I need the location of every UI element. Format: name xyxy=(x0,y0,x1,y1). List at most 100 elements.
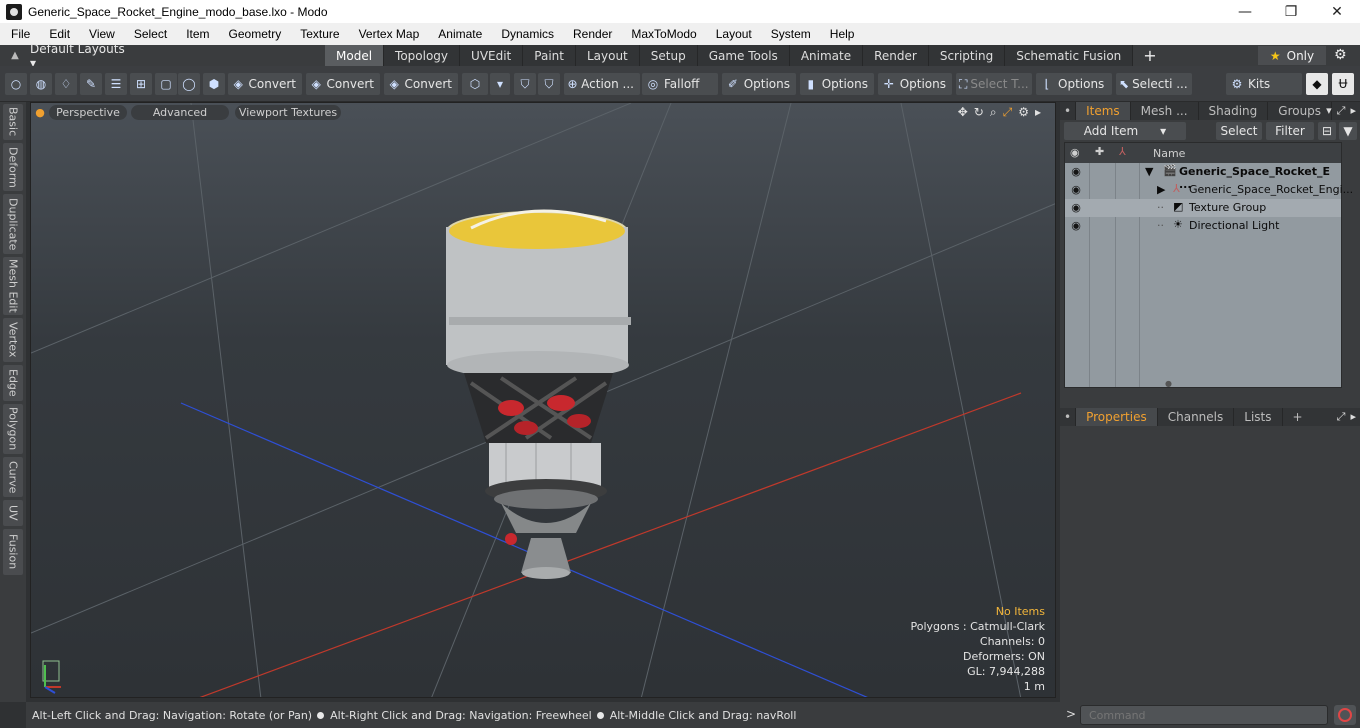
record-macro-icon[interactable] xyxy=(1334,705,1356,725)
tree-row-scene[interactable]: ◉ ▼ 🎬 Generic_Space_Rocket_E ... xyxy=(1065,163,1341,191)
materials-mode-button[interactable]: ◯ xyxy=(178,73,200,95)
vtab-duplicate[interactable]: Duplicate xyxy=(3,194,23,254)
convert-button-3[interactable]: ◈ Convert xyxy=(384,73,458,95)
tab-lists[interactable]: Lists xyxy=(1234,408,1283,426)
vtab-curve[interactable]: Curve xyxy=(3,457,23,497)
globe-mode-button[interactable]: ◍ xyxy=(30,73,52,95)
gear-icon[interactable]: ⚙ xyxy=(1334,47,1347,63)
tab-game-tools[interactable]: Game Tools xyxy=(697,45,790,66)
visibility-column-eye-icon[interactable]: ◉ xyxy=(1070,146,1080,159)
layout-grip-icon[interactable]: ▲ xyxy=(0,45,30,66)
funnel-filter-icon[interactable]: ▼ xyxy=(1339,122,1357,140)
edges-mode-button[interactable]: ☰ xyxy=(105,73,127,95)
minimize-button[interactable]: — xyxy=(1222,0,1268,23)
tab-model[interactable]: Model xyxy=(325,45,385,66)
panel-dropdown-icon[interactable]: ▾ xyxy=(1326,104,1332,118)
menu-edit[interactable]: Edit xyxy=(38,27,78,41)
options-button-1[interactable]: ✐ Options xyxy=(722,73,796,95)
add-panel-tab-button[interactable]: + xyxy=(1283,408,1313,426)
symmetry-dropdown[interactable]: ▾ xyxy=(490,73,510,95)
tab-schematic-fusion[interactable]: Schematic Fusion xyxy=(1005,45,1134,66)
3d-viewport[interactable]: ● Perspective Advanced Viewport Textures… xyxy=(30,102,1056,698)
tab-paint[interactable]: Paint xyxy=(523,45,576,66)
panel-expand-icon[interactable]: ▸ xyxy=(1350,410,1356,424)
zoom-icon[interactable]: ⌕ xyxy=(990,105,997,120)
action-center-button[interactable]: ⊕ Action ... xyxy=(564,73,640,95)
eye-icon[interactable]: ◉ xyxy=(1068,165,1084,179)
rotate-icon[interactable]: ↻ xyxy=(974,105,984,120)
shield-mode-button[interactable]: ⬢ xyxy=(203,73,225,95)
unity-button[interactable]: ◆ xyxy=(1306,73,1328,95)
vtab-mesh-edit[interactable]: Mesh Edit xyxy=(3,257,23,315)
items-mode-button[interactable]: ▢ xyxy=(155,73,177,95)
close-button[interactable]: ✕ xyxy=(1314,0,1360,23)
tab-properties[interactable]: Properties xyxy=(1076,408,1158,426)
vtab-polygon[interactable]: Polygon xyxy=(3,404,23,454)
command-input[interactable] xyxy=(1080,705,1328,725)
viewport-menu-icon[interactable]: ● xyxy=(35,105,45,120)
scroll-indicator-icon[interactable]: ● xyxy=(1165,379,1172,388)
panel-maximize-icon[interactable]: ⤢ xyxy=(1337,410,1346,424)
convert-button-2[interactable]: ◈ Convert xyxy=(306,73,380,95)
menu-select[interactable]: Select xyxy=(123,27,175,41)
menu-file[interactable]: File xyxy=(0,27,38,41)
perspective-dropdown[interactable]: Perspective xyxy=(49,105,127,120)
tab-mesh[interactable]: Mesh ... xyxy=(1131,102,1199,120)
vtab-uv[interactable]: UV xyxy=(3,500,23,526)
polygons-mode-button[interactable]: ⊞ xyxy=(130,73,152,95)
expand-arrow-icon[interactable]: ▶ xyxy=(1157,183,1165,196)
type-column-icon[interactable]: ⅄ xyxy=(1119,145,1126,158)
options-button-2[interactable]: ▮ Options xyxy=(800,73,874,95)
tab-shading[interactable]: Shading xyxy=(1199,102,1269,120)
shading-dropdown[interactable]: Advanced xyxy=(131,105,229,120)
selection-button[interactable]: ⬉ Selecti ... xyxy=(1116,73,1192,95)
menu-render[interactable]: Render xyxy=(562,27,620,41)
pen-tool-button[interactable]: ♢ xyxy=(55,73,77,95)
unreal-button[interactable]: Ʉ xyxy=(1332,73,1354,95)
options-button-4[interactable]: ⌊ Options xyxy=(1036,73,1112,95)
tab-scripting[interactable]: Scripting xyxy=(928,45,1006,66)
falloff-button[interactable]: ◎ Falloff xyxy=(642,73,718,95)
filter-button[interactable]: Filter xyxy=(1266,122,1314,140)
menu-dynamics[interactable]: Dynamics xyxy=(490,27,562,41)
vtab-edge[interactable]: Edge xyxy=(3,365,23,401)
kits-button[interactable]: ⚙ Kits xyxy=(1226,73,1302,95)
snap-button[interactable]: ⛉ xyxy=(514,73,536,95)
tree-row-mesh[interactable]: ◉ ▶ ⅄ Generic_Space_Rocket_Engi... xyxy=(1065,181,1353,199)
tab-items[interactable]: Items xyxy=(1076,102,1131,120)
only-toggle[interactable]: ★ Only xyxy=(1258,46,1326,65)
viewport-textures-dropdown[interactable]: Viewport Textures xyxy=(235,105,341,120)
tab-groups[interactable]: Groups xyxy=(1268,102,1333,120)
tab-animate[interactable]: Animate xyxy=(789,45,864,66)
add-item-button[interactable]: Add Item ▾ xyxy=(1064,122,1186,140)
maximize-viewport-icon[interactable]: ⤢ xyxy=(1003,105,1013,120)
options-button-3[interactable]: ✛ Options xyxy=(878,73,952,95)
tree-row-texture-group[interactable]: ◉ ·· ◩ Texture Group xyxy=(1065,199,1341,217)
tab-channels[interactable]: Channels xyxy=(1158,408,1235,426)
workplane-button[interactable]: ⛉ xyxy=(538,73,560,95)
brush-tool-button[interactable]: ✎ xyxy=(80,73,102,95)
vtab-vertex[interactable]: Vertex xyxy=(3,318,23,362)
menu-system[interactable]: System xyxy=(760,27,819,41)
eye-icon[interactable]: ◉ xyxy=(1068,183,1084,197)
menu-layout[interactable]: Layout xyxy=(705,27,760,41)
menu-texture[interactable]: Texture xyxy=(289,27,347,41)
menu-vertex-map[interactable]: Vertex Map xyxy=(348,27,428,41)
panel-grip-icon[interactable]: • xyxy=(1060,102,1077,120)
panel-maximize-icon[interactable]: ⤢ xyxy=(1337,104,1346,118)
pan-icon[interactable]: ✥ xyxy=(958,105,968,120)
menu-help[interactable]: Help xyxy=(819,27,863,41)
lock-column-icon[interactable]: ✚ xyxy=(1095,145,1104,158)
menu-maxtomodo[interactable]: MaxToModo xyxy=(620,27,704,41)
eye-icon[interactable]: ◉ xyxy=(1068,219,1084,233)
name-column-header[interactable]: Name xyxy=(1153,147,1185,160)
menu-animate[interactable]: Animate xyxy=(427,27,490,41)
menu-view[interactable]: View xyxy=(78,27,123,41)
tab-setup[interactable]: Setup xyxy=(639,45,698,66)
select-button[interactable]: Select xyxy=(1216,122,1262,140)
viewport-expand-arrow-icon[interactable]: ▸ xyxy=(1035,105,1041,120)
viewport-settings-gear-icon[interactable]: ⚙ xyxy=(1018,105,1029,120)
expand-arrow-icon[interactable]: ▼ xyxy=(1145,165,1153,178)
panel-expand-icon[interactable]: ▸ xyxy=(1350,104,1356,118)
tree-row-directional-light[interactable]: ◉ ·· ☀ Directional Light xyxy=(1065,217,1341,235)
